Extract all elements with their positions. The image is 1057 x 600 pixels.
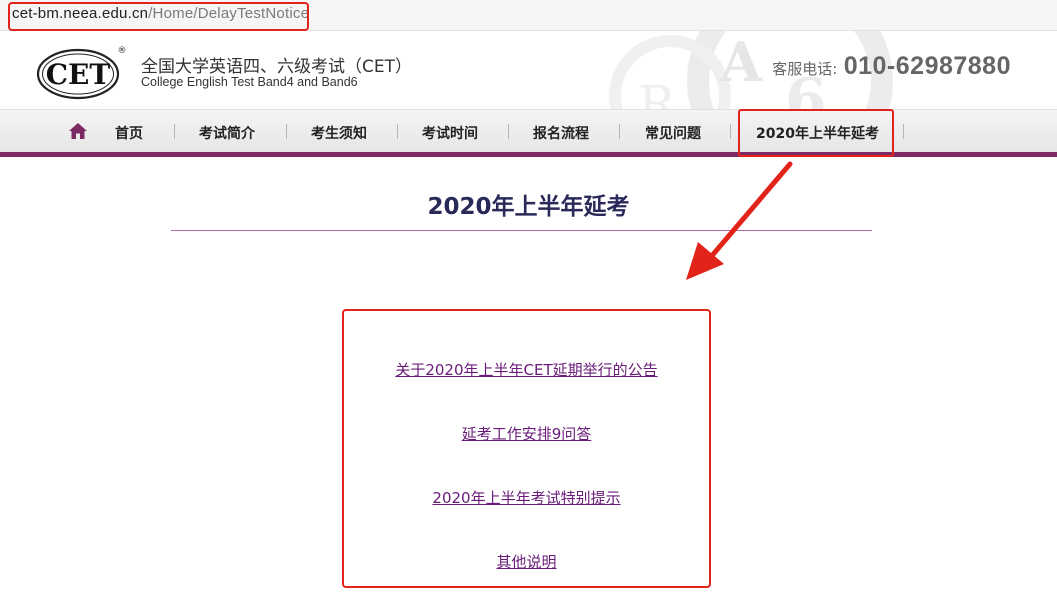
site-name-cn: 全国大学英语四、六级考试（CET） [141, 57, 412, 77]
page-title: 2020年上半年延考 [427, 194, 630, 220]
nav-item-candidate-notice[interactable]: 考生须知 [311, 123, 367, 143]
svg-text:R: R [638, 75, 677, 109]
nav-separator [286, 124, 287, 139]
links-highlight-box [342, 309, 711, 588]
customer-service-hotline: 客服电话: 010-62987880 [772, 52, 1011, 81]
nav-item-home[interactable]: 首页 [115, 123, 143, 143]
svg-text:A: A [719, 31, 763, 94]
nav-separator [174, 124, 175, 139]
annotation-arrow-icon [686, 161, 793, 280]
registered-mark: ® [118, 46, 127, 56]
link-special-exam-notice[interactable]: 2020年上半年考试特别提示 [342, 487, 711, 508]
link-other-notes[interactable]: 其他说明 [342, 551, 711, 572]
nav-separator [730, 124, 731, 139]
main-nav: 首页 考试简介 考生须知 考试时间 报名流程 常见问题 2020年上半年延考 [0, 109, 1057, 152]
home-icon[interactable] [68, 122, 88, 140]
nav-item-registration-process[interactable]: 报名流程 [533, 123, 589, 143]
url-highlight-box [8, 2, 309, 31]
site-header: A 6 R CET ® 全国大学英语四、六级考试（CET） College En… [0, 31, 1057, 109]
logo-text: CET [46, 58, 111, 91]
nav-separator [619, 124, 620, 139]
nav-separator [508, 124, 509, 139]
nav-item-exam-intro[interactable]: 考试简介 [199, 123, 255, 143]
link-cet-delay-announcement[interactable]: 关于2020年上半年CET延期举行的公告 [342, 359, 711, 380]
hotline-number: 010-62987880 [843, 52, 1011, 80]
link-delay-arrangement-qa[interactable]: 延考工作安排9问答 [342, 423, 711, 444]
nav-item-faq[interactable]: 常见问题 [645, 123, 701, 143]
cet-logo[interactable]: CET ® [36, 43, 127, 100]
site-name-en: College English Test Band4 and Band6 [141, 75, 358, 89]
hotline-label: 客服电话: [772, 60, 838, 78]
nav-separator [903, 124, 904, 139]
nav-item-exam-schedule[interactable]: 考试时间 [422, 123, 478, 143]
nav-accent-bar [0, 152, 1057, 157]
nav-separator [397, 124, 398, 139]
